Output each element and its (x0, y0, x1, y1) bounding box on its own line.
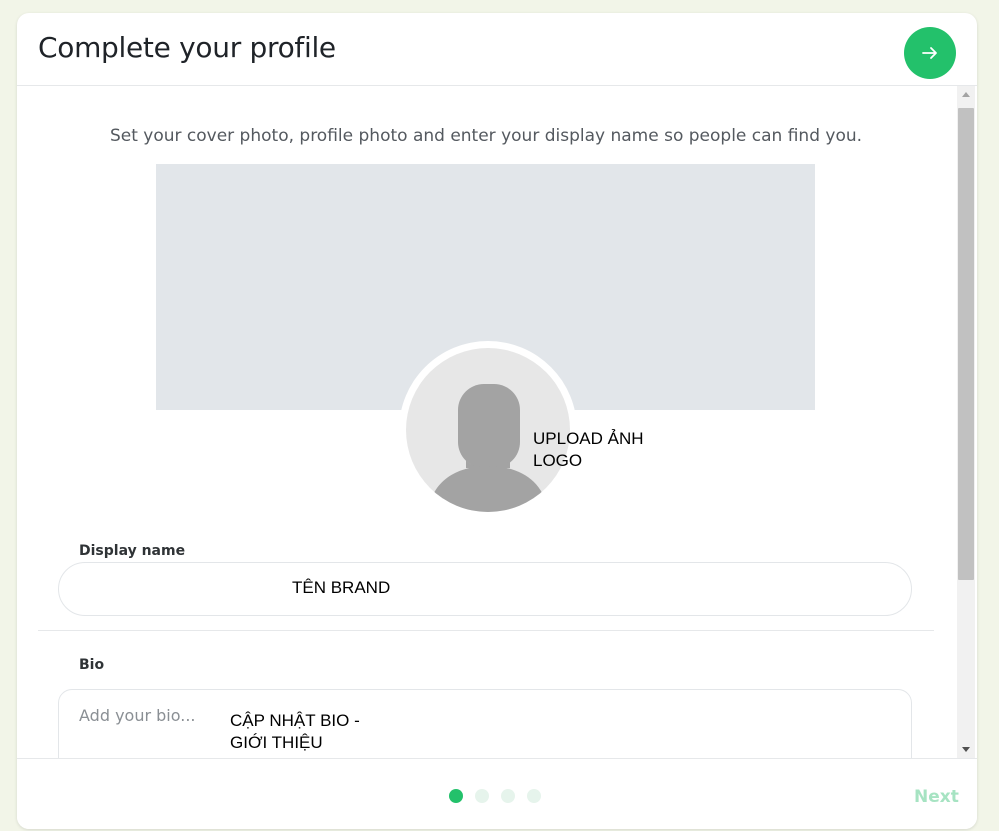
bio-value: CẬP NHẬT BIO - GIỚI THIỆU (230, 710, 360, 754)
display-name-label: Display name (79, 543, 186, 559)
bio-value-line2: GIỚI THIỆU (230, 733, 323, 752)
complete-profile-modal: Complete your profile Set your cover pho… (17, 13, 977, 829)
bio-label: Bio (79, 657, 105, 673)
arrow-right-icon (922, 47, 937, 59)
page-title: Complete your profile (38, 31, 336, 64)
scrollbar-thumb[interactable] (958, 108, 974, 580)
scroll-up-arrow-icon[interactable] (957, 86, 975, 102)
section-divider (38, 630, 934, 631)
upload-logo-line1: UPLOAD ẢNH (533, 429, 644, 448)
scroll-down-arrow-icon[interactable] (957, 742, 975, 758)
upload-logo-text: UPLOAD ẢNH LOGO (533, 428, 644, 472)
vertical-scrollbar[interactable] (957, 86, 975, 758)
display-name-value: TÊN BRAND (292, 578, 391, 597)
bio-placeholder: Add your bio... (79, 706, 196, 725)
modal-footer: Next (17, 758, 977, 829)
intro-text: Set your cover photo, profile photo and … (109, 126, 863, 146)
step-dot-1 (449, 789, 463, 803)
display-name-field[interactable]: TÊN BRAND (58, 562, 912, 616)
modal-header: Complete your profile (17, 13, 977, 86)
bio-field[interactable]: Add your bio... CẬP NHẬT BIO - GIỚI THIỆ… (58, 689, 912, 758)
modal-body: Set your cover photo, profile photo and … (17, 86, 977, 758)
step-dot-4 (527, 789, 541, 803)
next-arrow-button[interactable] (904, 27, 956, 79)
step-indicator (449, 789, 541, 803)
step-dot-2 (475, 789, 489, 803)
next-button[interactable]: Next (914, 787, 959, 807)
upload-logo-line2: LOGO (533, 451, 583, 470)
bio-value-line1: CẬP NHẬT BIO - (230, 711, 360, 730)
step-dot-3 (501, 789, 515, 803)
